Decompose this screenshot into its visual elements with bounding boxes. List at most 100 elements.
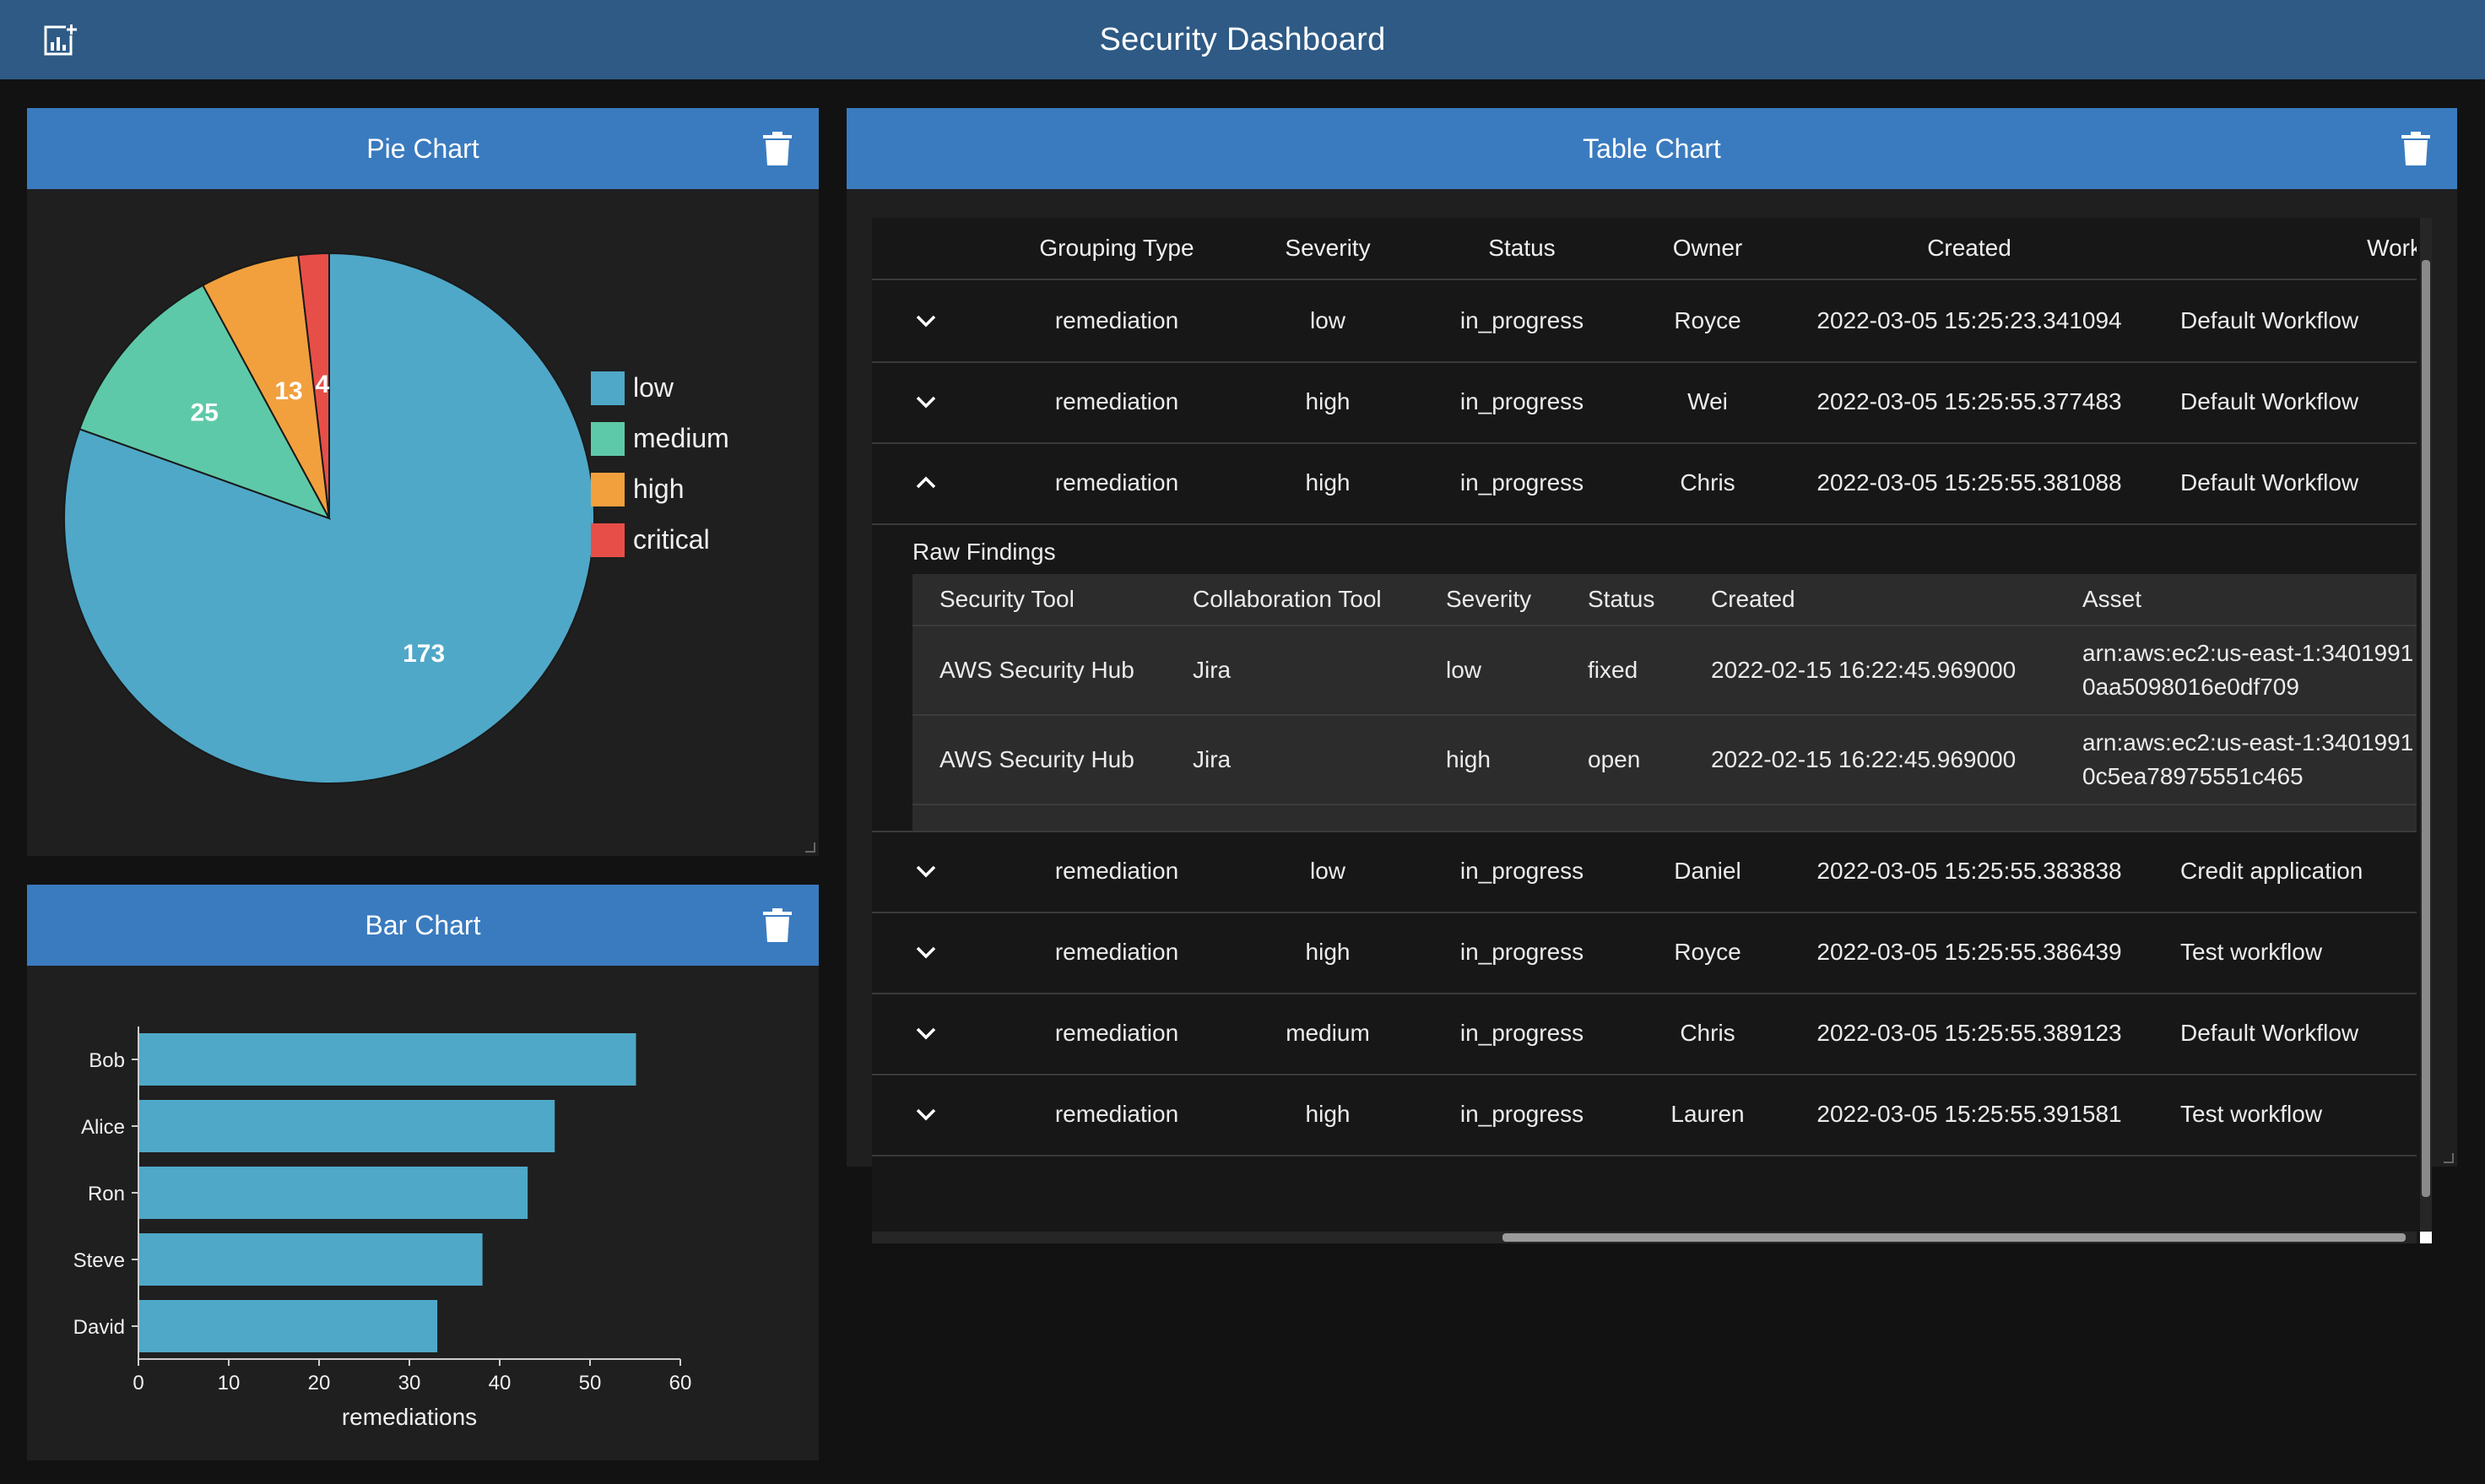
trash-icon[interactable] <box>2401 132 2430 165</box>
table-row[interactable]: remediation high in_progress Lauren 2022-03-… <box>872 1074 2417 1156</box>
table-row[interactable]: remediation high in_progress Wei 2022-03-05 … <box>872 361 2417 444</box>
raw-finding-row[interactable]: AWS Security Hub Jira low fixed 2022-02-15 1… <box>912 626 2417 716</box>
y-tick-label: Ron <box>88 1183 125 1205</box>
created-cell: 2022-02-15 16:22:45.969000 <box>1711 746 2017 772</box>
severity-cell: low <box>1309 307 1345 333</box>
bar-chart-panel: Bar Chart Bob Alice Ron Steve David 0 10 20 30 40… <box>27 885 819 1460</box>
x-tick-label: 30 <box>398 1372 421 1395</box>
legend-label-medium[interactable]: medium <box>633 423 729 453</box>
asset-line: arn:aws:ec2:us-east-1:3401991 <box>2082 729 2414 756</box>
legend-swatch-critical[interactable] <box>591 523 625 557</box>
trash-icon[interactable] <box>763 908 792 942</box>
table-row[interactable]: remediation high in_progress Chris 2022-03-0… <box>872 442 2417 525</box>
table-row[interactable]: remediation low in_progress Daniel 2022-03-0… <box>872 831 2417 913</box>
asset-cell: arn:aws:ec2:us-east-1:3401991 0aa5098016e… <box>2082 626 2413 714</box>
collaboration-tool-cell: Jira <box>1193 746 1232 772</box>
bar-Alice[interactable] <box>139 1100 555 1152</box>
bar-David[interactable] <box>139 1300 438 1352</box>
severity-cell: high <box>1305 1101 1351 1127</box>
raw-findings-column-header[interactable]: Created <box>1711 574 1795 625</box>
severity-cell: high <box>1305 469 1351 496</box>
severity-cell: high <box>1305 939 1351 965</box>
chevron-down-icon[interactable] <box>914 1102 938 1126</box>
chevron-down-icon[interactable] <box>914 390 938 414</box>
pie-chart: 173 25 13 4 low medium high critical <box>63 252 729 784</box>
x-tick-label: 50 <box>579 1372 602 1395</box>
vertical-scroll-thumb[interactable] <box>2422 260 2430 1197</box>
column-header[interactable]: Owner <box>1632 218 1784 279</box>
bar-panel-title: Bar Chart <box>365 909 481 940</box>
severity-cell: high <box>1446 746 1491 772</box>
raw-findings-column-header[interactable]: Status <box>1588 574 1654 625</box>
pie-panel-title: Pie Chart <box>366 133 479 164</box>
table-row[interactable]: remediation medium in_progress Chris 2022-03… <box>872 993 2417 1075</box>
chevron-up-icon[interactable] <box>914 471 938 495</box>
horizontal-scroll-thumb[interactable] <box>1502 1233 2406 1242</box>
resize-handle[interactable] <box>2444 1153 2454 1163</box>
collaboration-tool-cell: Jira <box>1193 657 1232 683</box>
legend-swatch-medium[interactable] <box>591 422 625 456</box>
scrollbar-corner <box>2420 1232 2432 1243</box>
trash-icon[interactable] <box>763 132 792 165</box>
resize-handle[interactable] <box>805 842 815 853</box>
owner-cell: Daniel <box>1674 858 1741 884</box>
raw-findings-column-header[interactable]: Asset <box>2082 574 2141 625</box>
owner-cell: Chris <box>1680 469 1735 496</box>
owner-cell: Royce <box>1674 939 1741 965</box>
add-chart-icon[interactable] <box>42 22 78 57</box>
status-cell: in_progress <box>1459 469 1584 496</box>
raw-findings-section: Raw Findings Security Tool Collaboration T… <box>872 523 2417 832</box>
workflow-cell: Default Workflow <box>2180 469 2359 496</box>
table-body: Grouping Type Severity Status Owner Crea… <box>872 218 2417 1231</box>
created-cell: 2022-03-05 15:25:23.341094 <box>1816 307 2122 333</box>
column-header[interactable]: Workfl <box>2155 218 2417 279</box>
severity-cell: low <box>1446 657 1482 683</box>
legend-label-high[interactable]: high <box>633 474 685 504</box>
grouping-type-cell: remediation <box>1054 1020 1179 1046</box>
pie-panel-header: Pie Chart <box>27 108 819 189</box>
pie-data-label: 25 <box>191 398 219 426</box>
status-cell: in_progress <box>1459 307 1584 333</box>
chevron-down-icon[interactable] <box>914 1021 938 1045</box>
table-row[interactable]: remediation low in_progress Royce 2022-03-05… <box>872 280 2417 363</box>
legend-label-low[interactable]: low <box>633 372 674 403</box>
raw-finding-row[interactable]: AWS Security Hub Jira high open 2022-02-15 1… <box>912 716 2417 805</box>
security-tool-cell: AWS Security Hub <box>939 746 1134 772</box>
chevron-down-icon[interactable] <box>914 940 938 964</box>
horizontal-scrollbar[interactable] <box>872 1232 2417 1243</box>
column-header[interactable]: Created <box>1784 218 2155 279</box>
bar-Steve[interactable] <box>139 1233 483 1286</box>
grouping-type-cell: remediation <box>1054 1101 1179 1127</box>
chevron-down-icon[interactable] <box>914 309 938 333</box>
severity-cell: low <box>1309 858 1345 884</box>
legend-swatch-high[interactable] <box>591 473 625 506</box>
raw-findings-column-header[interactable]: Severity <box>1446 574 1531 625</box>
column-header[interactable]: Grouping Type <box>990 218 1243 279</box>
grouping-type-cell: remediation <box>1054 307 1179 333</box>
legend-label-critical[interactable]: critical <box>633 524 710 555</box>
raw-findings-column-header[interactable]: Collaboration Tool <box>1193 574 1382 625</box>
vertical-scrollbar[interactable] <box>2420 218 2432 1243</box>
x-tick-label: 20 <box>308 1372 331 1395</box>
owner-cell: Wei <box>1687 388 1728 414</box>
column-header[interactable]: Status <box>1412 218 1632 279</box>
legend-swatch-low[interactable] <box>591 371 625 405</box>
table-row[interactable]: remediation high in_progress Royce 2022-03-0… <box>872 912 2417 994</box>
grouping-type-cell: remediation <box>1054 469 1179 496</box>
bar-Bob[interactable] <box>139 1033 636 1086</box>
column-header[interactable]: Severity <box>1243 218 1412 279</box>
remediations-table: Grouping Type Severity Status Owner Crea… <box>872 218 2432 1243</box>
pie-data-label: 4 <box>316 371 330 398</box>
asset-cell: arn:aws:ec2:us-east-1:3401991 0c5ea789755… <box>2082 716 2413 804</box>
bar-Ron[interactable] <box>139 1167 528 1219</box>
workflow-cell: Default Workflow <box>2180 307 2359 333</box>
workflow-cell: Credit application <box>2180 858 2363 884</box>
table-chart-panel: Table Chart Grouping Type Severity Statu… <box>847 108 2457 1243</box>
page-title: Security Dashboard <box>1099 21 1386 57</box>
pie-data-label: 13 <box>274 377 302 405</box>
raw-findings-column-header[interactable]: Security Tool <box>939 574 1075 625</box>
chevron-down-icon[interactable] <box>914 859 938 883</box>
created-cell: 2022-03-05 15:25:55.383838 <box>1816 858 2122 884</box>
raw-findings-title: Raw Findings <box>912 539 1056 565</box>
table-header-row: Grouping Type Severity Status Owner Crea… <box>872 218 2417 280</box>
